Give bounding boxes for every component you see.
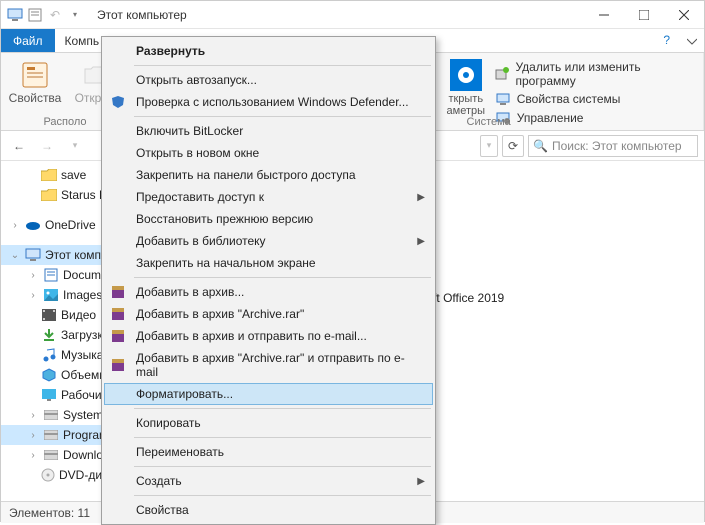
ctx-give-access[interactable]: Предоставить доступ к▶ (104, 186, 433, 208)
properties-icon[interactable] (27, 7, 43, 23)
ctx-rename[interactable]: Переименовать (104, 441, 433, 463)
winrar-icon (110, 357, 126, 373)
expand-icon[interactable]: › (27, 270, 39, 281)
ribbon-collapse-icon[interactable] (680, 29, 704, 52)
manage-item[interactable]: Управление (493, 109, 691, 127)
gear-icon (450, 59, 482, 91)
window-title: Этот компьютер (89, 8, 584, 22)
this-pc-icon (7, 7, 23, 23)
titlebar: ↶ ▾ Этот компьютер (1, 1, 704, 29)
pictures-icon (43, 287, 59, 303)
ctx-pin-quick[interactable]: Закрепить на панели быстрого доступа (104, 164, 433, 186)
settings-button[interactable] (443, 57, 489, 93)
expand-icon[interactable]: › (27, 450, 39, 461)
winrar-icon (110, 328, 126, 344)
drive-icon (43, 447, 59, 463)
status-elements: Элементов: 11 (9, 506, 90, 520)
uninstall-icon (495, 66, 510, 82)
maximize-button[interactable] (624, 1, 664, 29)
close-button[interactable] (664, 1, 704, 29)
winrar-icon (110, 284, 126, 300)
ctx-properties[interactable]: Свойства (104, 499, 433, 521)
forward-button[interactable]: → (35, 134, 59, 158)
expand-icon[interactable]: › (27, 290, 39, 301)
ctx-defender[interactable]: Проверка с использованием Windows Defend… (104, 91, 433, 113)
ctx-create[interactable]: Создать▶ (104, 470, 433, 492)
pc-icon (25, 247, 41, 263)
drive-icon (43, 427, 59, 443)
ctx-expand[interactable]: Развернуть (104, 40, 433, 62)
ctx-archive-rar[interactable]: Добавить в архив "Archive.rar" (104, 303, 433, 325)
context-menu: Развернуть Открыть автозапуск... Проверк… (101, 36, 436, 525)
documents-icon (43, 267, 59, 283)
system-properties-item[interactable]: Свойства системы (493, 90, 691, 108)
ctx-library[interactable]: Добавить в библиотеку▶ (104, 230, 433, 252)
help-icon[interactable]: ? (653, 29, 680, 52)
search-icon: 🔍 (533, 139, 548, 153)
search-input[interactable]: 🔍 Поиск: Этот компьютер (528, 135, 698, 157)
winrar-icon (110, 306, 126, 322)
system-group-label: Система (467, 116, 511, 128)
dvd-icon (41, 467, 55, 483)
location-group-label: Располо (43, 116, 86, 128)
ctx-archive-email[interactable]: Добавить в архив и отправить по e-mail..… (104, 325, 433, 347)
chevron-right-icon: ▶ (417, 236, 425, 247)
downloads-icon (41, 327, 57, 343)
minimize-button[interactable] (584, 1, 624, 29)
folder-icon (41, 187, 57, 203)
expand-icon[interactable]: › (27, 410, 39, 421)
onedrive-icon (25, 217, 41, 233)
3d-icon (41, 367, 57, 383)
refresh-button[interactable]: ⟳ (502, 135, 524, 157)
file-tab[interactable]: Файл (1, 29, 55, 52)
expand-icon[interactable]: › (9, 220, 21, 231)
recent-locations-button[interactable]: ▾ (63, 134, 87, 158)
dropdown-icon[interactable]: ▾ (67, 7, 83, 23)
folder-icon (41, 167, 57, 183)
address-dropdown[interactable]: ▾ (480, 135, 498, 157)
ctx-bitlocker[interactable]: Включить BitLocker (104, 120, 433, 142)
window-buttons (584, 1, 704, 29)
expand-icon[interactable]: › (27, 430, 39, 441)
back-button[interactable]: ← (7, 134, 31, 158)
ctx-archive[interactable]: Добавить в архив... (104, 281, 433, 303)
chevron-right-icon: ▶ (417, 192, 425, 203)
system-actions: Удалить или изменить программу Свойства … (489, 57, 695, 129)
chevron-right-icon: ▶ (417, 476, 425, 487)
undo-icon[interactable]: ↶ (47, 7, 63, 23)
properties-button[interactable]: Свойства (9, 57, 61, 107)
ctx-restore[interactable]: Восстановить прежнюю версию (104, 208, 433, 230)
drive-icon (43, 407, 59, 423)
ctx-archive-rar-email[interactable]: Добавить в архив "Archive.rar" и отправи… (104, 347, 433, 383)
settings-sub1: ткрыть (448, 93, 483, 105)
collapse-icon[interactable]: ⌄ (9, 250, 21, 261)
desktop-icon (41, 387, 57, 403)
system-properties-icon (495, 91, 511, 107)
ctx-autorun[interactable]: Открыть автозапуск... (104, 69, 433, 91)
ctx-new-window[interactable]: Открыть в новом окне (104, 142, 433, 164)
properties-large-icon (19, 59, 51, 91)
quick-access-toolbar: ↶ ▾ (1, 7, 89, 23)
shield-icon (110, 94, 126, 110)
video-icon (41, 307, 57, 323)
ctx-copy[interactable]: Копировать (104, 412, 433, 434)
properties-label: Свойства (9, 91, 62, 105)
uninstall-program-item[interactable]: Удалить или изменить программу (493, 59, 691, 89)
music-icon (41, 347, 57, 363)
ctx-format[interactable]: Форматировать... (104, 383, 433, 405)
ctx-pin-start[interactable]: Закрепить на начальном экране (104, 252, 433, 274)
